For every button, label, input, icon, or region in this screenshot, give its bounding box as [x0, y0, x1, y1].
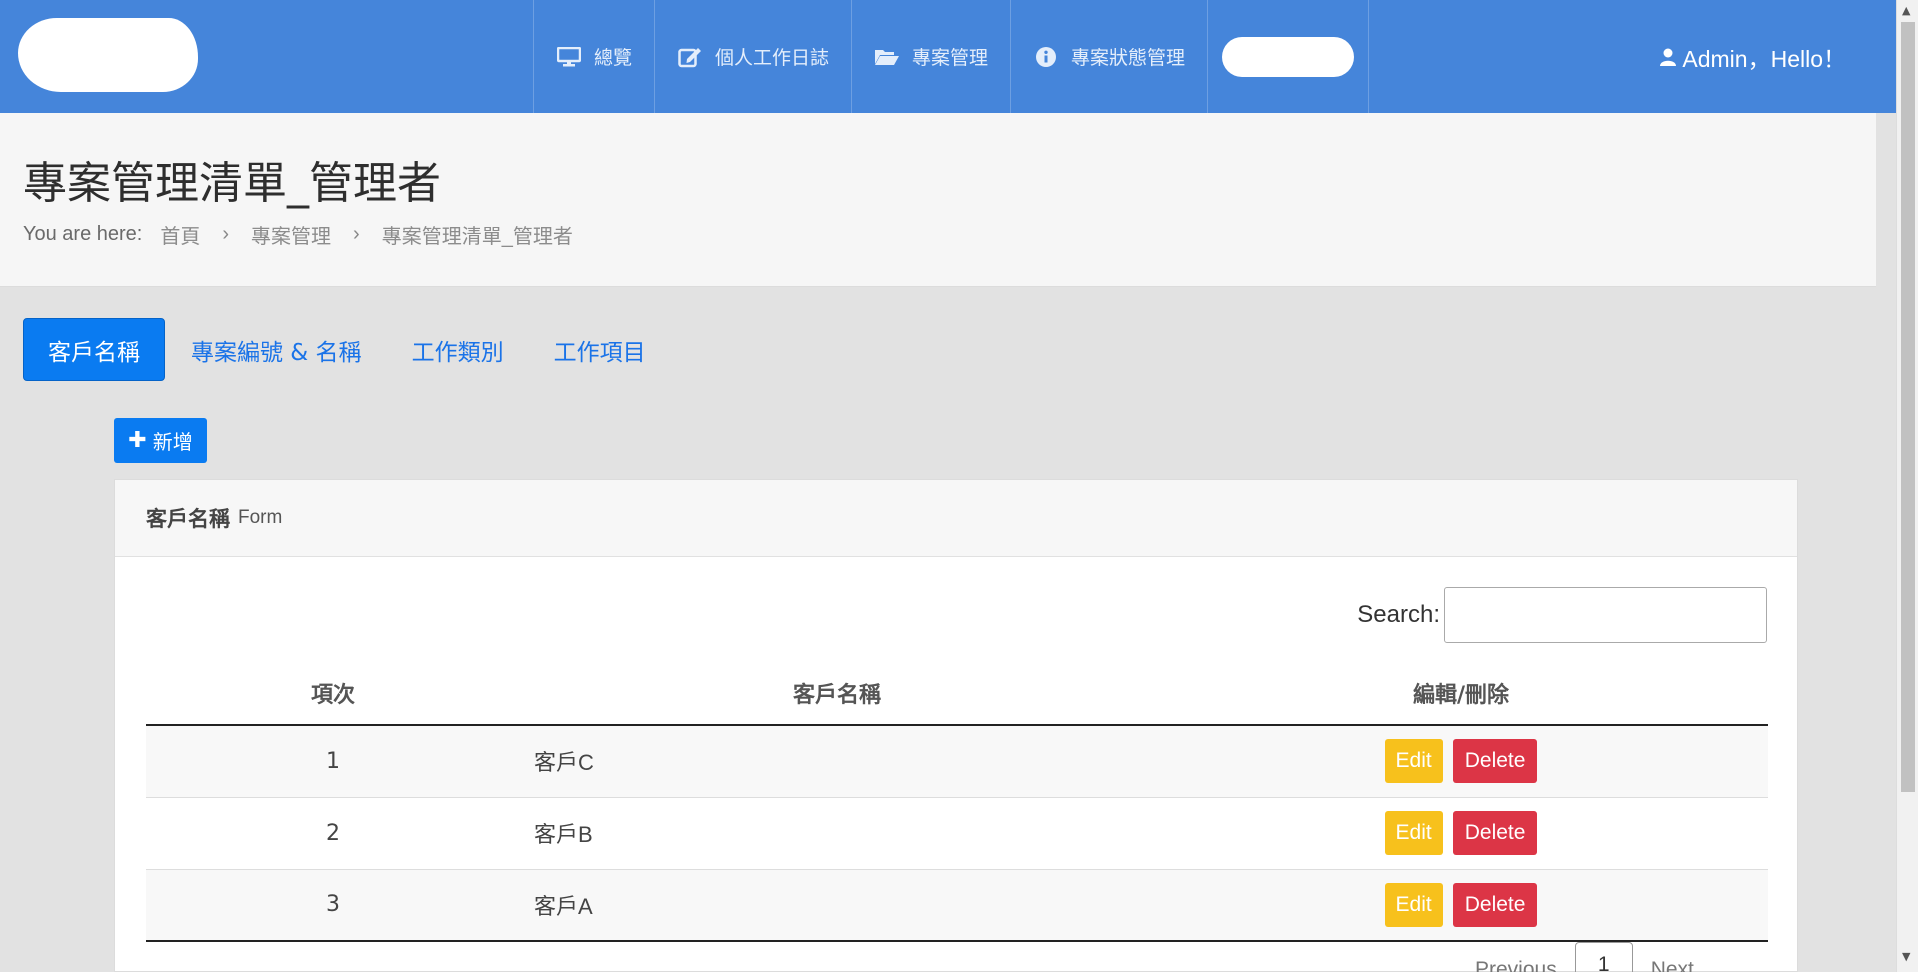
- row-index: 1: [146, 725, 520, 798]
- user-icon: [1660, 48, 1677, 66]
- row-actions: Edit Delete: [1154, 725, 1768, 798]
- user-greeting: Admin，Hello！: [1682, 45, 1846, 72]
- table-row: 2 客戶B Edit Delete: [146, 797, 1768, 870]
- edit-icon: [677, 46, 703, 68]
- chevron-right-icon: ›: [222, 223, 230, 245]
- card-subtitle: Form: [238, 507, 283, 528]
- edit-button[interactable]: Edit: [1384, 739, 1443, 784]
- pagination-page-current[interactable]: 1: [1574, 942, 1633, 972]
- row-customer-name: 客戶C: [520, 725, 1154, 798]
- page-header: 專案管理清單_管理者 You are here: 首頁 › 專案管理 › 專案管…: [0, 113, 1876, 287]
- nav-item-label: 專案狀態管理: [1071, 47, 1186, 69]
- column-header-index[interactable]: 項次: [146, 661, 520, 726]
- redacted-blob: [1222, 36, 1355, 77]
- table-header-row: 項次 客戶名稱 編輯/刪除: [146, 661, 1768, 726]
- breadcrumb-prefix: You are here:: [23, 223, 143, 245]
- tab-project-number-name[interactable]: 專案編號 & 名稱: [167, 318, 386, 381]
- delete-button[interactable]: Delete: [1452, 882, 1538, 927]
- pagination: Previous 1 Next: [1475, 942, 1694, 972]
- delete-button[interactable]: Delete: [1452, 739, 1538, 784]
- tab-customer-name[interactable]: 客戶名稱: [23, 318, 165, 381]
- breadcrumb: You are here: 首頁 › 專案管理 › 專案管理清單_管理者: [23, 220, 573, 249]
- row-customer-name: 客戶B: [520, 797, 1154, 870]
- nav-item-work-log[interactable]: 個人工作日誌: [654, 0, 851, 113]
- edit-button[interactable]: Edit: [1384, 882, 1443, 927]
- breadcrumb-project-management[interactable]: 專案管理: [251, 220, 331, 249]
- delete-button[interactable]: Delete: [1452, 811, 1538, 855]
- plus-icon: ✚: [128, 428, 147, 453]
- nav-item-project-management[interactable]: 專案管理: [851, 0, 1010, 113]
- row-actions: Edit Delete: [1154, 797, 1768, 870]
- nav-item-overview[interactable]: 總覽: [533, 0, 654, 113]
- row-index: 2: [146, 797, 520, 870]
- row-customer-name: 客戶A: [520, 869, 1154, 942]
- search-input[interactable]: [1444, 587, 1767, 643]
- nav-item-label: 專案管理: [912, 47, 989, 69]
- nav-item-redacted[interactable]: [1207, 0, 1370, 113]
- row-index: 3: [146, 869, 520, 942]
- breadcrumb-current: 專案管理清單_管理者: [381, 226, 573, 248]
- chevron-right-icon: ›: [353, 223, 360, 245]
- main-nav: 總覽 個人工作日誌 專案管理 專案狀態管理: [533, 0, 1370, 113]
- add-button[interactable]: ✚ 新增: [114, 418, 207, 463]
- scrollbar-thumb[interactable]: [1901, 22, 1915, 792]
- user-menu[interactable]: Admin，Hello！: [1660, 0, 1846, 113]
- edit-button[interactable]: Edit: [1384, 811, 1443, 855]
- card-title: 客戶名稱: [146, 507, 230, 531]
- breadcrumb-home[interactable]: 首頁: [160, 220, 200, 249]
- vertical-scrollbar[interactable]: ▲ ▼: [1896, 0, 1918, 972]
- nav-item-label: 個人工作日誌: [715, 47, 830, 69]
- tab-work-item[interactable]: 工作項目: [530, 318, 670, 381]
- tab-work-category[interactable]: 工作類別: [388, 318, 528, 381]
- pagination-next[interactable]: Next: [1651, 942, 1694, 972]
- scroll-up-icon[interactable]: ▲: [1902, 4, 1910, 17]
- tab-bar: 客戶名稱 專案編號 & 名稱 工作類別 工作項目: [23, 318, 672, 381]
- customer-table: 項次 客戶名稱 編輯/刪除 1 客戶C Edit Delete 2 客戶B Ed…: [146, 661, 1768, 942]
- scroll-down-icon[interactable]: ▼: [1902, 950, 1910, 963]
- search-area: Search:: [1357, 587, 1767, 643]
- top-navbar: 總覽 個人工作日誌 專案管理 專案狀態管理 Admin，Hello！: [0, 0, 1896, 113]
- nav-item-label: 總覽: [594, 47, 633, 69]
- column-header-actions: 編輯/刪除: [1154, 661, 1768, 726]
- monitor-icon: [556, 46, 582, 68]
- nav-item-project-status[interactable]: 專案狀態管理: [1010, 0, 1207, 113]
- customer-form-card: 客戶名稱 Form Search: 項次 客戶名稱 編輯/刪除 1 客戶C Ed…: [114, 479, 1798, 972]
- row-actions: Edit Delete: [1154, 869, 1768, 942]
- pagination-previous[interactable]: Previous: [1475, 942, 1557, 972]
- column-header-customer-name[interactable]: 客戶名稱: [520, 661, 1154, 726]
- folder-open-icon: [874, 46, 900, 68]
- search-label: Search:: [1357, 601, 1440, 628]
- add-button-label: 新增: [152, 430, 193, 454]
- page-title: 專案管理清單_管理者: [23, 158, 441, 209]
- table-row: 3 客戶A Edit Delete: [146, 869, 1768, 942]
- logo-redacted[interactable]: [18, 18, 198, 92]
- table-row: 1 客戶C Edit Delete: [146, 725, 1768, 798]
- info-circle-icon: [1033, 46, 1059, 68]
- card-header: 客戶名稱 Form: [115, 480, 1797, 557]
